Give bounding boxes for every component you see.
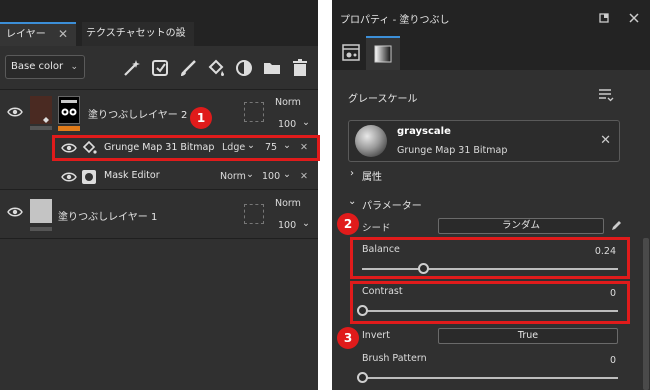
- chevron-down-icon[interactable]: ⌄: [246, 169, 254, 180]
- tab-grayscale[interactable]: [366, 36, 400, 70]
- remove-effect-icon[interactable]: ✕: [300, 171, 308, 182]
- effect-name: Mask Editor: [104, 170, 160, 181]
- invert-label: Invert: [362, 330, 390, 341]
- pencil-icon[interactable]: [610, 220, 622, 232]
- mask-icon[interactable]: [234, 58, 254, 78]
- balance-slider-track[interactable]: [362, 268, 618, 270]
- remove-resource-icon[interactable]: ✕: [600, 133, 611, 148]
- resource-card[interactable]: grayscale Grunge Map 31 Bitmap ✕: [348, 120, 620, 162]
- layers-panel: レイヤー ✕ テクスチャセットの設定 Base color ⌄: [0, 0, 320, 390]
- chevron-down-icon[interactable]: ⌄: [302, 117, 310, 128]
- tab-layers[interactable]: レイヤー ✕: [0, 22, 76, 46]
- trash-icon[interactable]: [290, 58, 310, 78]
- layer-fill-2[interactable]: 塗りつぶしレイヤー 2 Norm 100 ⌄ Grunge Map 31 Bit…: [0, 90, 320, 190]
- effect-opacity[interactable]: 100: [262, 171, 280, 182]
- contrast-slider-handle[interactable]: [357, 305, 368, 316]
- chevron-down-icon[interactable]: ⌄: [348, 196, 356, 207]
- channel-select[interactable]: Base color ⌄: [5, 55, 85, 79]
- brush-pattern-slider-track[interactable]: [362, 377, 618, 379]
- channel-select-value: Base color: [11, 61, 64, 72]
- eye-icon[interactable]: [7, 107, 23, 117]
- properties-tabs: [332, 36, 650, 70]
- attributes-section[interactable]: 属性: [362, 168, 382, 183]
- annotation-badge-3: 3: [337, 327, 359, 349]
- effect-name: Grunge Map 31 Bitmap: [104, 142, 215, 153]
- layer-name[interactable]: 塗りつぶしレイヤー 1: [58, 208, 157, 223]
- properties-panel: プロパティ - 塗りつぶし グレースケール grayscale Grunge M…: [332, 0, 650, 390]
- annotation-badge-2: 2: [337, 213, 359, 235]
- tab-layers-label: レイヤー: [6, 29, 46, 40]
- section-title: グレースケール: [348, 94, 418, 105]
- mask-editor-icon: [82, 170, 96, 184]
- tab-fill-settings[interactable]: [334, 36, 368, 70]
- chevron-down-icon[interactable]: ⌄: [302, 218, 310, 229]
- tab-texture-set-settings[interactable]: テクスチャセットの設定: [82, 22, 194, 63]
- fill-icon[interactable]: [206, 58, 226, 78]
- mask-thumbnail: [58, 96, 80, 124]
- eye-icon[interactable]: [61, 172, 77, 182]
- layer-blend-mode[interactable]: Norm: [275, 198, 301, 209]
- folder-icon[interactable]: [262, 58, 282, 78]
- contrast-label: Contrast: [362, 286, 403, 297]
- layer-color-thumbnail: [30, 199, 52, 223]
- layer-bar: [30, 126, 52, 130]
- brush-pattern-label: Brush Pattern: [362, 353, 427, 364]
- blank-placeholder-icon: [244, 102, 264, 122]
- seed-label: シード: [362, 223, 391, 234]
- remove-effect-icon[interactable]: ✕: [300, 142, 308, 153]
- effect-blend-mode[interactable]: Ldge: [222, 142, 245, 153]
- balance-label: Balance: [362, 244, 400, 255]
- effect-opacity[interactable]: 75: [265, 142, 277, 153]
- layers-toolbar: Base color ⌄: [0, 46, 318, 90]
- fill-icon: [42, 116, 52, 124]
- fill-icon: [82, 140, 98, 156]
- add-effect-icon[interactable]: [150, 58, 170, 78]
- resource-subtitle: Grunge Map 31 Bitmap: [397, 145, 508, 156]
- scrollbar[interactable]: [643, 238, 649, 390]
- chevron-right-icon[interactable]: ›: [350, 168, 354, 179]
- chevron-down-icon: ⌄: [70, 62, 78, 72]
- annotation-badge-1: 1: [190, 107, 212, 129]
- chevron-down-icon[interactable]: ⌄: [247, 140, 255, 151]
- parameters-section[interactable]: パラメーター: [362, 197, 422, 212]
- layer-fill-1[interactable]: 塗りつぶしレイヤー 1 Norm 100 ⌄: [0, 191, 318, 239]
- eye-icon[interactable]: [7, 207, 23, 217]
- layer-name[interactable]: 塗りつぶしレイヤー 2: [88, 106, 187, 121]
- brush-icon[interactable]: [178, 58, 198, 78]
- magic-wand-icon[interactable]: [122, 58, 142, 78]
- chevron-down-icon[interactable]: ⌄: [283, 169, 291, 180]
- close-icon[interactable]: [628, 12, 640, 24]
- effect-blend-mode[interactable]: Norm: [220, 171, 246, 182]
- effect-row-mask-editor[interactable]: Mask Editor Norm ⌄ 100 ⌄ ✕: [54, 166, 318, 188]
- resource-name: grayscale: [397, 126, 451, 137]
- contrast-value[interactable]: 0: [588, 288, 616, 299]
- brush-pattern-value[interactable]: 0: [588, 355, 616, 366]
- properties-content: グレースケール grayscale Grunge Map 31 Bitmap ✕…: [340, 80, 640, 390]
- layer-orange-bar: [58, 126, 80, 131]
- chevron-down-icon[interactable]: ⌄: [283, 140, 291, 151]
- properties-header: プロパティ - 塗りつぶし: [332, 0, 650, 36]
- layers-tab-bar: レイヤー ✕ テクスチャセットの設定: [0, 0, 318, 63]
- contrast-slider-track[interactable]: [362, 310, 618, 312]
- panel-title: プロパティ - 塗りつぶし: [340, 15, 450, 26]
- layer-bar: [30, 227, 52, 231]
- effect-row-grunge[interactable]: Grunge Map 31 Bitmap Ldge ⌄ 75 ⌄ ✕: [52, 135, 320, 161]
- grayscale-preview: [355, 125, 387, 157]
- list-menu-icon[interactable]: [598, 88, 614, 102]
- balance-value[interactable]: 0.24: [588, 246, 616, 257]
- blank-placeholder-icon: [244, 204, 264, 224]
- brush-pattern-slider-handle[interactable]: [357, 372, 368, 383]
- eye-icon[interactable]: [61, 143, 77, 153]
- close-icon[interactable]: ✕: [58, 24, 68, 45]
- undock-icon[interactable]: [599, 13, 609, 23]
- layer-blend-mode[interactable]: Norm: [275, 97, 301, 108]
- invert-toggle[interactable]: True: [438, 328, 618, 344]
- layer-opacity[interactable]: 100: [278, 220, 296, 231]
- layer-opacity[interactable]: 100: [278, 119, 296, 130]
- seed-random-button[interactable]: ランダム: [438, 218, 604, 234]
